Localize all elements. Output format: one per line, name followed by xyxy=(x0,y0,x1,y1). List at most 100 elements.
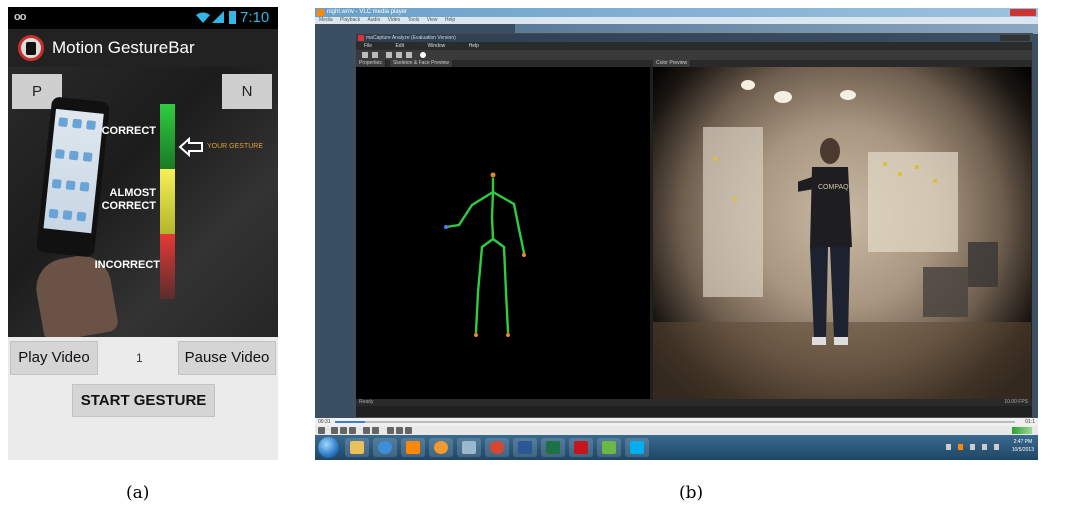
window-controls[interactable] xyxy=(1010,9,1036,16)
skype-icon[interactable] xyxy=(625,438,649,457)
tray-clock[interactable]: 2:47 PM 10/5/2013 xyxy=(1012,438,1034,454)
remaining-time: 01:1 xyxy=(1025,419,1035,425)
status-time: 7:10 xyxy=(240,9,270,26)
system-tray xyxy=(946,444,1006,451)
vlc-menu-tools[interactable]: Tools xyxy=(408,17,420,23)
fullscreen-icon[interactable] xyxy=(363,427,370,434)
tray-network-icon[interactable] xyxy=(994,444,999,450)
effects-icon[interactable] xyxy=(405,427,412,434)
held-phone-screen xyxy=(43,108,104,234)
battery-icon xyxy=(229,11,236,24)
tray-expand-icon[interactable] xyxy=(946,444,951,450)
skeleton-preview-pane xyxy=(356,67,650,399)
tray-flag-icon[interactable] xyxy=(970,444,975,450)
mocap-window: maCapture Analyze (Evaluation Version) F… xyxy=(355,33,1033,418)
vlc-cone-icon xyxy=(317,9,324,16)
mocap-title-bar: maCapture Analyze (Evaluation Version) xyxy=(356,34,1032,42)
acrobat-icon[interactable] xyxy=(569,438,593,457)
vlc-controls xyxy=(315,426,1038,435)
volume-slider[interactable] xyxy=(1012,427,1032,434)
cut-icon[interactable] xyxy=(396,52,402,58)
caption-b: (b) xyxy=(679,483,704,503)
caption-a: (a) xyxy=(126,483,150,503)
open-icon[interactable] xyxy=(372,52,378,58)
media-icon[interactable] xyxy=(429,438,453,457)
shuffle-icon[interactable] xyxy=(396,427,403,434)
mocap-status-bar: Ready 10.00 FPS xyxy=(356,399,1032,406)
meter-label-almost-line2: CORRECT xyxy=(101,200,156,212)
pause-video-button[interactable]: Pause Video xyxy=(178,341,276,375)
vlc-menu-help[interactable]: Help xyxy=(445,17,455,23)
meter-label-correct: CORRECT xyxy=(101,125,156,137)
next-button[interactable]: N xyxy=(222,74,272,109)
mocap-menu-edit[interactable]: Edit xyxy=(395,43,404,49)
seek-track[interactable] xyxy=(335,421,1015,423)
explorer-icon[interactable] xyxy=(345,438,369,457)
meter-label-almost: ALMOST CORRECT xyxy=(98,187,156,213)
record-icon[interactable] xyxy=(386,52,392,58)
stop-icon[interactable] xyxy=(340,427,347,434)
status-bar: oo 7:10 xyxy=(8,7,278,29)
meter-correct-zone xyxy=(160,104,175,169)
vlc-icon[interactable] xyxy=(401,438,425,457)
mocap-app-icon xyxy=(358,35,364,41)
vlc-menu-media[interactable]: Media xyxy=(319,17,333,23)
camera-preview: P N CORRECT ALMOST CORRECT INCORRECT YOU… xyxy=(8,67,278,343)
meter-label-incorrect: INCORRECT xyxy=(94,259,160,271)
shirt-text: COMPAQ xyxy=(818,184,849,191)
clock-date: 10/5/2013 xyxy=(1011,447,1034,453)
vlc-menu-bar: Media Playback Audio Video Tools View He… xyxy=(315,17,1038,24)
seek-progress xyxy=(335,421,365,423)
skeleton-figure xyxy=(444,172,526,337)
prev-icon[interactable] xyxy=(331,427,338,434)
loop-icon[interactable] xyxy=(387,427,394,434)
windows-taskbar: 2:47 PM 10/5/2013 xyxy=(315,435,1038,460)
ie-icon[interactable] xyxy=(373,438,397,457)
mocap-menu-file[interactable]: File xyxy=(364,43,372,49)
voicemail-icon: oo xyxy=(14,11,26,23)
capture-dot-icon[interactable] xyxy=(420,52,426,58)
room-camera-image: COMPAQ xyxy=(653,67,1031,399)
mocap-window-controls[interactable] xyxy=(1000,35,1030,41)
tray-vlc-icon[interactable] xyxy=(958,444,963,450)
tab-properties[interactable]: Properties xyxy=(356,60,386,67)
fps-readout: 10.00 FPS xyxy=(1004,399,1028,405)
your-gesture-label: YOUR GESTURE xyxy=(207,143,264,150)
person-image: COMPAQ xyxy=(798,138,852,345)
start-button[interactable] xyxy=(318,437,339,458)
tray-volume-icon[interactable] xyxy=(982,444,987,450)
notes-icon[interactable] xyxy=(457,438,481,457)
play-icon[interactable] xyxy=(318,427,325,434)
tab-color-preview[interactable]: Color Preview xyxy=(653,60,692,67)
controls-area: Play Video 1 Pause Video START GESTURE xyxy=(8,337,278,460)
vlc-menu-audio[interactable]: Audio xyxy=(367,17,380,23)
word-icon[interactable] xyxy=(513,438,537,457)
vlc-menu-video[interactable]: Video xyxy=(388,17,401,23)
play-video-button[interactable]: Play Video xyxy=(10,341,98,375)
tab-skeleton-face-preview[interactable]: Skeleton & Face Preview xyxy=(390,60,453,67)
vlc-seek-bar[interactable]: 00:31 01:1 xyxy=(315,418,1038,426)
misc-icon[interactable] xyxy=(597,438,621,457)
next-icon[interactable] xyxy=(349,427,356,434)
signal-icon xyxy=(212,11,224,23)
new-icon[interactable] xyxy=(362,52,368,58)
excel-icon[interactable] xyxy=(541,438,565,457)
vlc-title-bar: night.wmv - VLC media player xyxy=(315,8,1038,17)
settings-icon[interactable] xyxy=(406,52,412,58)
mocap-menu-bar: File Edit Window Help xyxy=(356,42,1032,50)
chrome-icon[interactable] xyxy=(485,438,509,457)
clock-time: 2:47 PM xyxy=(1013,439,1033,445)
mocap-menu-window[interactable]: Window xyxy=(427,43,445,49)
start-gesture-button[interactable]: START GESTURE xyxy=(72,384,215,417)
mocap-menu-help[interactable]: Help xyxy=(469,43,479,49)
meter-label-almost-line1: ALMOST xyxy=(109,187,156,199)
vlc-menu-view[interactable]: View xyxy=(427,17,438,23)
left-arrow-icon xyxy=(178,137,203,157)
meter-almost-zone xyxy=(160,169,175,234)
vlc-menu-playback[interactable]: Playback xyxy=(340,17,360,23)
mocap-title: maCapture Analyze (Evaluation Version) xyxy=(366,35,456,41)
vlc-video-area: maCapture Analyze (Evaluation Version) F… xyxy=(315,24,1038,418)
held-phone-image xyxy=(36,96,110,258)
android-app-screen: oo 7:10 Motion GestureBar P N CORRECT AL… xyxy=(8,7,278,460)
playlist-icon[interactable] xyxy=(372,427,379,434)
